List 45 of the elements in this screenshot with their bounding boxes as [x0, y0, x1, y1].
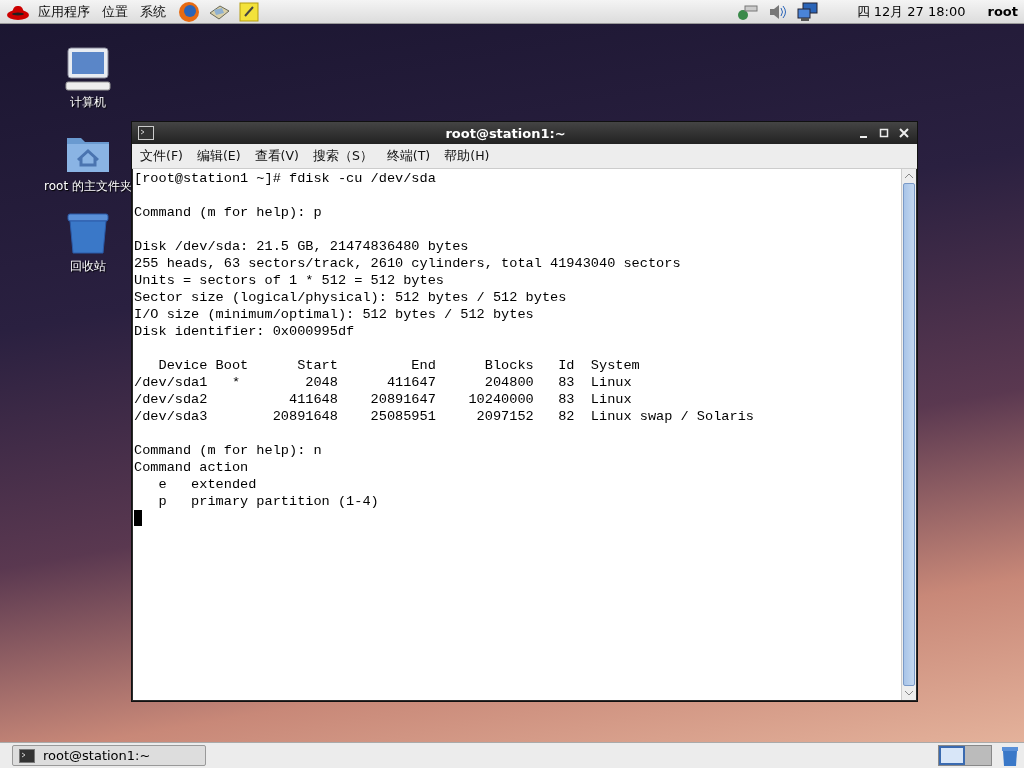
menu-item[interactable]: 查看(V) — [254, 147, 299, 165]
computer-icon[interactable] — [796, 1, 819, 22]
menu-item[interactable]: 文件(F) — [140, 147, 183, 165]
terminal-line: Disk identifier: 0x000995df — [134, 323, 356, 340]
panel-menu[interactable]: 应用程序 — [38, 2, 90, 21]
terminal-line: e extended — [157, 476, 258, 493]
panel-menu[interactable]: 系统 — [140, 2, 166, 21]
terminal-line: p primary partition (1-4) — [157, 493, 380, 510]
terminal-line: Sector size (logical/physical): 512 bytes / 512 bytes — [134, 289, 568, 306]
menu-item[interactable]: 终端(T) — [386, 147, 431, 165]
trash-bin-icon[interactable] — [1000, 744, 1020, 767]
window-title: root@station1:~ — [444, 125, 567, 141]
globe-icon[interactable] — [178, 0, 200, 23]
terminal-line: 255 heads, 63 sectors/track, 2610 cylinders, total 41943040 sectors — [134, 255, 682, 272]
menu-item[interactable]: 帮助(H) — [444, 147, 490, 165]
terminal-line: Command action — [134, 459, 250, 476]
trash-bin-icon[interactable] — [64, 210, 112, 256]
icon-label[interactable]: 计算机 — [70, 94, 106, 111]
terminal-line: Command (m for help): p — [134, 204, 323, 221]
terminal-line: /dev/sda2 411648 20891647 10240000 83 Linux — [134, 391, 633, 408]
workspace[interactable] — [939, 746, 965, 765]
icon-label[interactable]: 回收站 — [70, 258, 106, 275]
close-icon[interactable] — [897, 126, 911, 140]
terminal-line: [root@station1 ~]# fdisk -cu /dev/sda — [134, 170, 437, 187]
terminal-line: Units = sectors of 1 * 512 = 512 bytes — [134, 272, 445, 289]
icon-label[interactable]: root 的主文件夹 — [44, 178, 132, 195]
terminal-icon — [19, 748, 35, 763]
terminal-line: /dev/sda3 20891648 25085951 2097152 82 Linux swap / Solaris — [134, 408, 755, 425]
terminal-line: Device Boot Start End Blocks Id System — [157, 357, 641, 374]
notepad-icon[interactable] — [238, 0, 260, 23]
terminal-line: /dev/sda1 * 2048 411647 204800 83 Linux — [134, 374, 633, 391]
menu-item[interactable]: 编辑(E) — [196, 147, 241, 165]
taskbar-button[interactable]: root@station1:~ — [12, 745, 206, 766]
terminal-line: Disk /dev/sda: 21.5 GB, 21474836480 bytes — [134, 238, 470, 255]
terminal-line: I/O size (minimum/optimal): 512 bytes / 512 bytes — [134, 306, 535, 323]
terminal-line: Command (m for help): n — [134, 442, 323, 459]
menu-item[interactable]: 搜索（S） — [312, 147, 373, 165]
user-name[interactable]: root — [987, 4, 1018, 19]
monitor-icon[interactable] — [64, 46, 112, 92]
clock[interactable]: 四 12月 27 18:00 — [856, 2, 966, 21]
terminal-icon[interactable] — [138, 126, 154, 140]
scrollbar[interactable] — [901, 169, 916, 700]
panel-menu[interactable]: 位置 — [102, 2, 128, 21]
scroll-thumb[interactable] — [903, 183, 915, 686]
maximize-icon[interactable] — [877, 126, 891, 140]
